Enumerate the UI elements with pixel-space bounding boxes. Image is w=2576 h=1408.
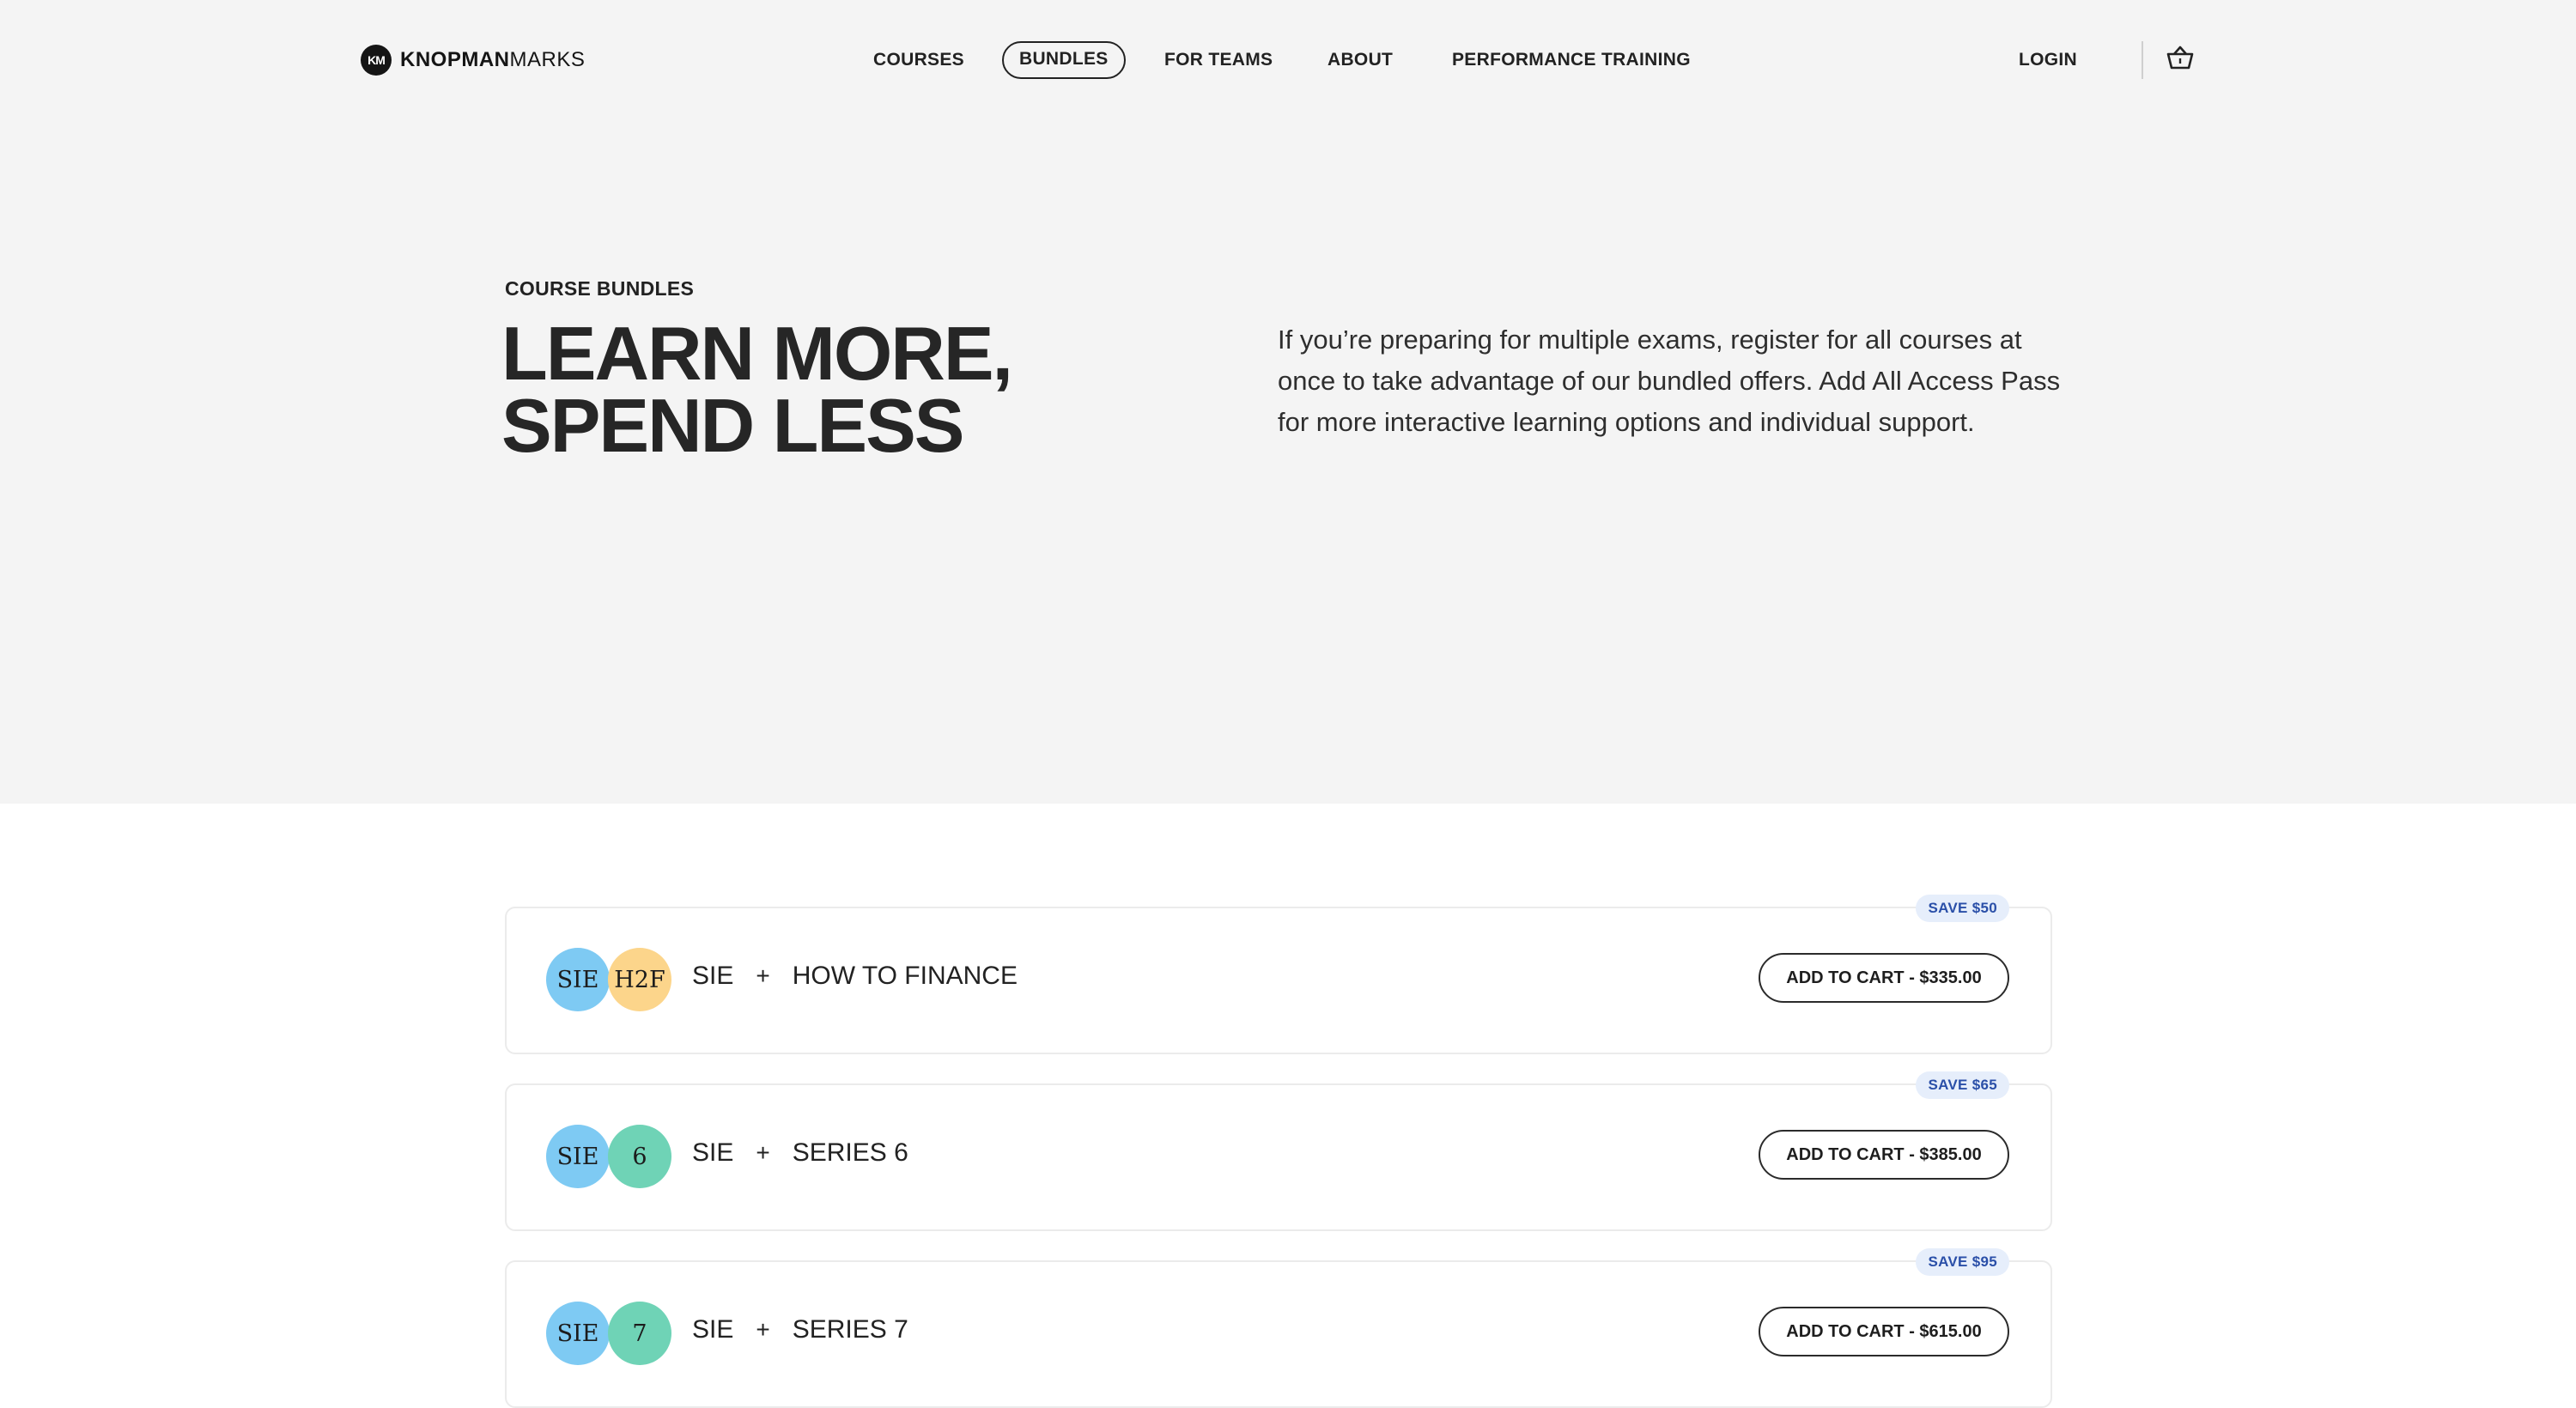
login-link[interactable]: LOGIN — [2019, 43, 2077, 77]
course-badges: SIE 7 — [546, 1302, 675, 1365]
bundle-course-2: SERIES 6 — [792, 1138, 908, 1167]
bundle-course-1: SIE — [692, 1315, 734, 1344]
logo-wordmark-light: MARKS — [509, 48, 586, 71]
course-badges: SIE H2F — [546, 948, 675, 1011]
logo-wordmark-bold: KNOPMAN — [400, 48, 510, 71]
basket-icon[interactable] — [2166, 45, 2195, 70]
add-to-cart-button[interactable]: ADD TO CART - $385.00 — [1759, 1130, 2009, 1180]
intro-paragraph: If you’re preparing for multiple exams, … — [1278, 325, 2061, 437]
bundle-course-1: SIE — [692, 1138, 734, 1167]
page-headline: LEARN MORE, SPEND LESS — [501, 311, 1188, 468]
nav-for-teams[interactable]: FOR TEAMS — [1164, 43, 1273, 77]
nav-courses[interactable]: COURSES — [873, 43, 964, 77]
plus-sign: + — [756, 1316, 770, 1343]
sie-badge-icon: SIE — [546, 1302, 610, 1365]
bundle-card-sie-series7: SAVE $95 SIE 7 SIE + SERIES 7 ADD TO CART … — [505, 1248, 2052, 1408]
bundle-course-2: HOW TO FINANCE — [792, 962, 1018, 990]
add-to-cart-button[interactable]: ADD TO CART - $615.00 — [1759, 1307, 2009, 1356]
bundle-course-1: SIE — [692, 962, 734, 990]
plus-sign: + — [756, 1139, 770, 1166]
h2f-badge-icon: H2F — [608, 948, 671, 1011]
save-badge: SAVE $50 — [1916, 895, 2009, 922]
bundle-course-2: SERIES 7 — [792, 1315, 908, 1344]
logo-wordmark: KNOPMANMARKS — [400, 48, 585, 72]
header-divider — [2142, 41, 2143, 79]
save-badge: SAVE $95 — [1916, 1248, 2009, 1276]
save-badge: SAVE $65 — [1916, 1071, 2009, 1099]
add-to-cart-button[interactable]: ADD TO CART - $335.00 — [1759, 953, 2009, 1003]
series-7-badge-icon: 7 — [608, 1302, 671, 1365]
plus-sign: + — [756, 962, 770, 989]
bundle-card-sie-h2f: SAVE $50 SIE H2F SIE + HOW TO FINANCE ADD … — [505, 895, 2052, 1054]
series-6-badge-icon: 6 — [608, 1125, 671, 1188]
course-badges: SIE 6 — [546, 1125, 675, 1188]
bundle-title: SIE + SERIES 7 — [692, 1315, 908, 1344]
headline-line-1: LEARN MORE, — [501, 311, 1013, 396]
km-logo-icon: KM — [361, 45, 392, 76]
headline-line-2: SPEND LESS — [501, 383, 964, 468]
knopman-marks-logo[interactable]: KM KNOPMANMARKS — [361, 45, 585, 76]
bundle-card-sie-series6: SAVE $65 SIE 6 SIE + SERIES 6 ADD TO CART … — [505, 1071, 2052, 1231]
sie-badge-icon: SIE — [546, 1125, 610, 1188]
nav-performance-training[interactable]: PERFORMANCE TRAINING — [1452, 43, 1691, 77]
nav-bundles[interactable]: BUNDLES — [1002, 41, 1126, 79]
bundle-title: SIE + SERIES 6 — [692, 1138, 908, 1168]
page-eyebrow: COURSE BUNDLES — [505, 277, 695, 300]
sie-badge-icon: SIE — [546, 948, 610, 1011]
bundle-title: SIE + HOW TO FINANCE — [692, 962, 1018, 991]
nav-about[interactable]: ABOUT — [1327, 43, 1393, 77]
